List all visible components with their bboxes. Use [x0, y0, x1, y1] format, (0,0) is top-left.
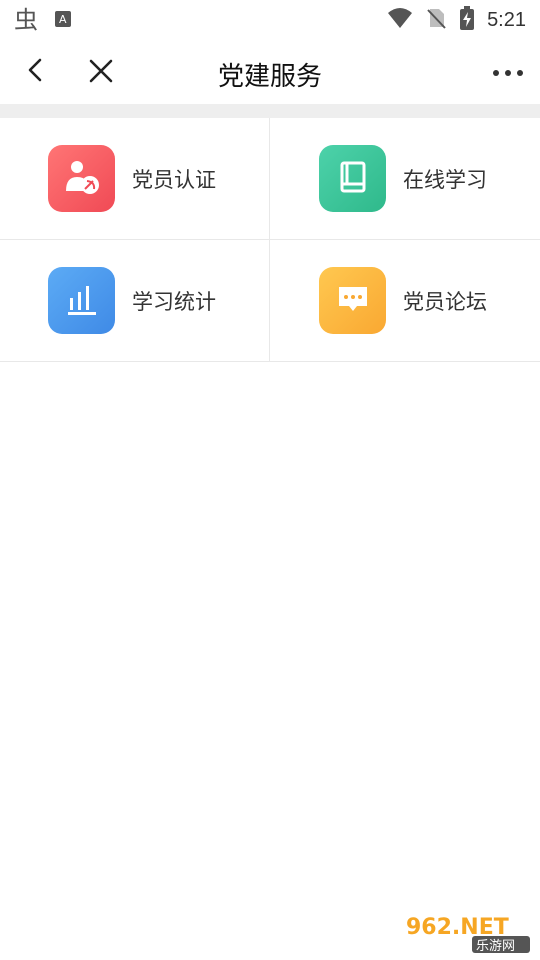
service-label: 党员认证: [132, 167, 216, 192]
more-options-icon[interactable]: [492, 64, 524, 76]
service-label: 在线学习: [403, 167, 487, 192]
book-icon: [336, 160, 370, 198]
section-divider: [0, 104, 540, 118]
service-item-online-study[interactable]: 在线学习: [270, 118, 540, 240]
service-label: 党员论坛: [403, 289, 487, 314]
watermark-logo: 962.NET 乐游网: [402, 910, 532, 954]
bar-chart-icon: [65, 282, 99, 320]
status-time: 5:21: [487, 8, 526, 31]
wifi-icon: [387, 7, 413, 33]
party-member-tile: [48, 145, 115, 212]
service-item-party-member-certification[interactable]: 党员认证: [0, 118, 270, 240]
watermark-text-bottom: 乐游网: [476, 939, 515, 954]
app-notification-icon: 虫: [14, 6, 40, 36]
chat-bubble-icon: [336, 282, 370, 320]
svg-text:A: A: [59, 13, 67, 26]
status-bar: 虫 A 5:21: [0, 0, 540, 38]
app-header: 党建服务: [0, 38, 540, 104]
service-label: 学习统计: [132, 289, 216, 314]
svg-text:虫: 虫: [14, 6, 38, 32]
service-item-party-forum[interactable]: 党员论坛: [270, 240, 540, 362]
online-study-tile: [319, 145, 386, 212]
service-grid: 党员认证 在线学习 学习统计 党员论坛: [0, 118, 540, 363]
battery-charging-icon: [459, 6, 475, 34]
party-forum-tile: [319, 267, 386, 334]
keyboard-a-icon: A: [54, 9, 72, 33]
page-title: 党建服务: [217, 62, 322, 92]
study-statistics-tile: [48, 267, 115, 334]
service-item-study-statistics[interactable]: 学习统计: [0, 240, 270, 362]
no-sim-icon: [425, 7, 447, 33]
party-member-icon: [62, 157, 102, 201]
